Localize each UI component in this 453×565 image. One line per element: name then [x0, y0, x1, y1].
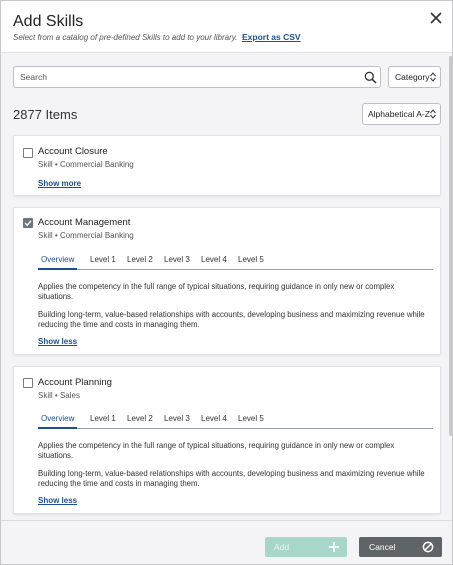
tab-overview[interactable]: Overview — [38, 254, 78, 270]
tab-level-5[interactable]: Level 5 — [238, 254, 264, 270]
sort-dropdown-label: Alphabetical A-Z — [368, 109, 430, 119]
tab-level-1[interactable]: Level 1 — [90, 413, 116, 429]
skill-card: Account Closure Skill • Commercial Banki… — [13, 135, 441, 196]
skill-name: Account Closure — [38, 146, 108, 157]
skill-category: Sales — [59, 391, 80, 400]
skill-meta: Skill • Commercial Banking — [38, 231, 134, 240]
skill-category: Commercial Banking — [59, 231, 134, 240]
updown-icon — [430, 109, 436, 119]
category-dropdown-label: Category — [395, 72, 430, 82]
export-csv-link[interactable]: Export as CSV — [242, 32, 301, 42]
skill-name: Account Management — [38, 217, 131, 228]
show-less-link[interactable]: Show less — [38, 337, 77, 346]
tab-level-2[interactable]: Level 2 — [127, 413, 153, 429]
dialog-footer: Add Cancel — [1, 520, 452, 564]
cancel-icon — [422, 541, 434, 553]
close-icon — [430, 12, 442, 24]
show-less-link[interactable]: Show less — [38, 496, 77, 505]
checkmark-icon — [24, 220, 32, 227]
add-button-label: Add — [274, 542, 290, 552]
show-more-link[interactable]: Show more — [38, 179, 81, 188]
list-scrollbar[interactable] — [449, 56, 453, 436]
tab-overview[interactable]: Overview — [38, 413, 78, 429]
skill-definition: Building long-term, value-based relation… — [38, 469, 425, 489]
skill-card: Account Management Skill • Commercial Ba… — [13, 207, 441, 355]
skill-meta: Skill • Sales — [38, 391, 80, 400]
tab-level-2[interactable]: Level 2 — [127, 254, 153, 270]
add-skills-dialog: Add Skills Select from a catalog of pre-… — [0, 0, 453, 565]
skill-checkbox[interactable] — [23, 218, 33, 228]
category-dropdown[interactable]: Category — [388, 66, 441, 88]
skill-type: Skill — [38, 160, 53, 169]
skill-category: Commercial Banking — [59, 160, 134, 169]
skill-card: Account Planning Skill • Sales Overview … — [13, 366, 441, 514]
close-button[interactable] — [426, 8, 446, 28]
dialog-header: Add Skills Select from a catalog of pre-… — [1, 1, 452, 53]
search-input[interactable] — [14, 67, 354, 87]
skill-definition: Building long-term, value-based relation… — [38, 310, 425, 330]
skill-list: Account Closure Skill • Commercial Banki… — [1, 129, 452, 519]
add-button[interactable]: Add — [265, 537, 347, 557]
skill-type: Skill — [38, 231, 53, 240]
skill-type: Skill — [38, 391, 53, 400]
dialog-title: Add Skills — [13, 13, 84, 30]
skill-checkbox[interactable] — [23, 148, 33, 158]
search-icon[interactable] — [364, 71, 377, 84]
sort-dropdown[interactable]: Alphabetical A-Z — [362, 103, 441, 125]
dialog-subtitle: Select from a catalog of pre-defined Ski… — [13, 33, 238, 42]
skill-description: Applies the competency in the full range… — [38, 441, 395, 461]
cancel-button-label: Cancel — [369, 542, 396, 552]
search-field — [13, 66, 381, 88]
item-count: 2877 Items — [13, 107, 78, 122]
skill-meta: Skill • Commercial Banking — [38, 160, 134, 169]
level-tabs: Overview Level 1 Level 2 Level 3 Level 4… — [38, 413, 433, 429]
tab-level-4[interactable]: Level 4 — [201, 413, 227, 429]
tab-level-5[interactable]: Level 5 — [238, 413, 264, 429]
tab-level-4[interactable]: Level 4 — [201, 254, 227, 270]
level-tabs: Overview Level 1 Level 2 Level 3 Level 4… — [38, 254, 433, 270]
skill-checkbox[interactable] — [23, 378, 33, 388]
cancel-button[interactable]: Cancel — [359, 537, 442, 557]
tab-level-3[interactable]: Level 3 — [164, 413, 190, 429]
tab-level-3[interactable]: Level 3 — [164, 254, 190, 270]
updown-icon — [430, 72, 436, 82]
plus-icon — [329, 542, 339, 552]
skill-name: Account Planning — [38, 377, 112, 388]
tab-level-1[interactable]: Level 1 — [90, 254, 116, 270]
skill-description: Applies the competency in the full range… — [38, 282, 395, 302]
